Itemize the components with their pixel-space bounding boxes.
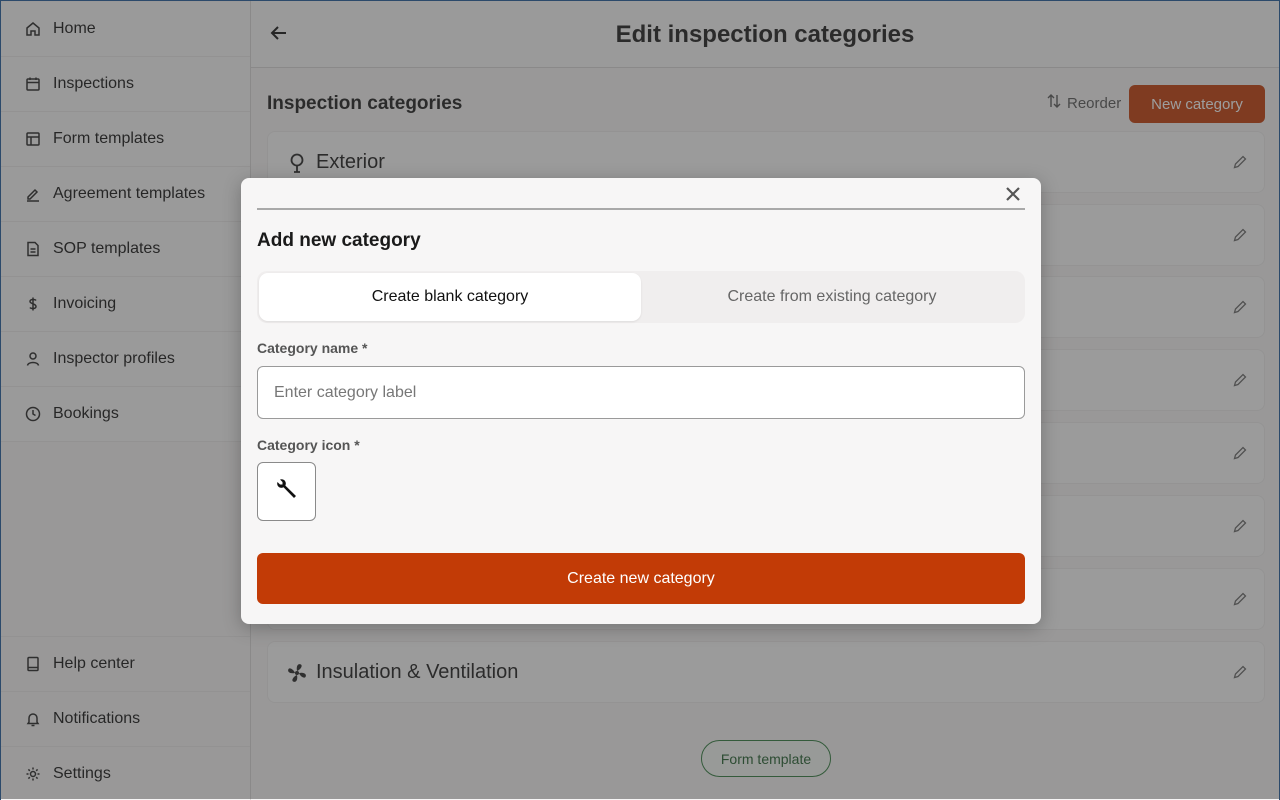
tab-create-from-existing[interactable]: Create from existing category [641,273,1023,321]
app-window: Home Inspections Form templates Agreemen… [0,0,1280,800]
wrench-icon [275,477,299,506]
add-category-modal: Add new category Create blank category C… [241,178,1041,624]
category-name-label: Category name * [257,340,368,356]
close-button[interactable] [1003,186,1023,206]
create-new-category-button[interactable]: Create new category [257,553,1025,604]
category-name-input[interactable] [257,366,1025,419]
modal-divider [257,208,1025,210]
modal-title: Add new category [257,230,421,251]
category-icon-label: Category icon * [257,437,360,453]
tab-create-blank[interactable]: Create blank category [259,273,641,321]
close-icon [1005,186,1021,207]
category-icon-picker[interactable] [257,462,316,521]
create-mode-tabs: Create blank category Create from existi… [257,271,1025,323]
